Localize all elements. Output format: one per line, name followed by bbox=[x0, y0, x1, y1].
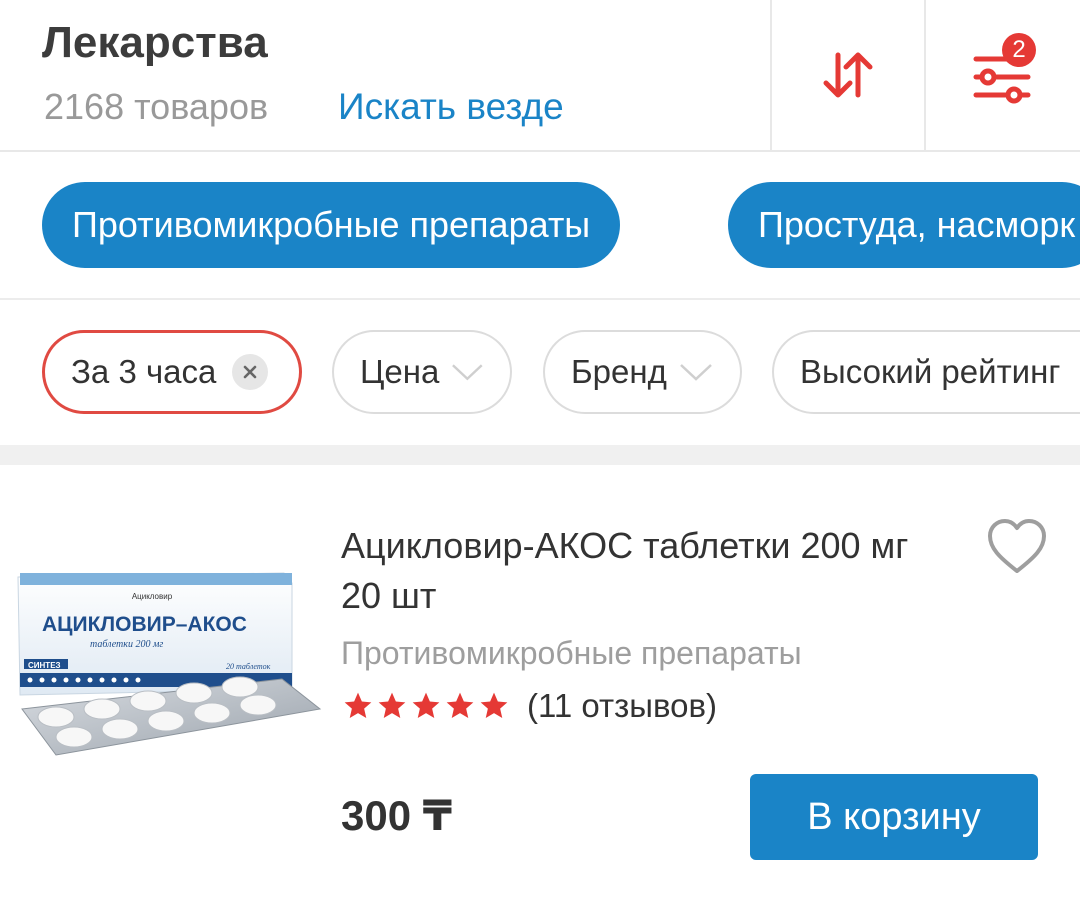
product-image[interactable]: Ацикловир АЦИКЛОВИР–АКОС таблетки 200 мг… bbox=[12, 569, 322, 761]
page-title: Лекарства bbox=[42, 18, 268, 67]
section-divider bbox=[0, 445, 1080, 465]
svg-text:АЦИКЛОВИР–АКОС: АЦИКЛОВИР–АКОС bbox=[42, 613, 247, 636]
sort-arrows-icon bbox=[823, 52, 873, 98]
product-count: 2168 товаров bbox=[44, 86, 269, 127]
clear-filter-button[interactable] bbox=[232, 354, 269, 390]
star-icon bbox=[480, 692, 508, 718]
close-icon bbox=[244, 365, 257, 379]
product-name[interactable]: Ацикловир-АКОС таблетки 200 мг 20 шт bbox=[341, 521, 951, 621]
star-rating bbox=[341, 690, 511, 722]
svg-text:20 таблеток: 20 таблеток bbox=[226, 662, 271, 671]
filter-chip-high-rating[interactable]: Высокий рейтинг bbox=[772, 330, 1080, 414]
filter-chip-brand[interactable]: Бренд bbox=[543, 330, 742, 414]
filter-chip-label: Высокий рейтинг bbox=[800, 353, 1061, 390]
chevron-down-icon bbox=[452, 364, 483, 381]
filter-chip-label: Цена bbox=[360, 353, 440, 390]
category-pill-cold[interactable]: Простуда, насморк bbox=[728, 182, 1080, 268]
filter-button[interactable]: 2 bbox=[924, 0, 1078, 150]
sort-button[interactable] bbox=[770, 0, 924, 150]
svg-text:Ацикловир: Ацикловир bbox=[132, 592, 173, 601]
svg-text:таблетки 200 мг: таблетки 200 мг bbox=[90, 639, 163, 650]
star-icon bbox=[446, 692, 474, 718]
product-price: 300 ₸ bbox=[341, 792, 452, 839]
filter-chip-label: Бренд bbox=[571, 353, 667, 390]
filter-chips: За 3 часа Цена Бренд Высокий рейтинг bbox=[0, 300, 1080, 445]
svg-text:СИНТЕЗ: СИНТЕЗ bbox=[28, 661, 61, 670]
filter-count-badge: 2 bbox=[1002, 33, 1036, 67]
search-everywhere-link[interactable]: Искать везде bbox=[338, 86, 564, 128]
heart-icon[interactable] bbox=[985, 517, 1049, 577]
product-card[interactable]: Ацикловир АЦИКЛОВИР–АКОС таблетки 200 мг… bbox=[0, 465, 1080, 907]
header: Лекарства 2168 товаров Искать везде 2 bbox=[0, 0, 1080, 152]
product-category: Противомикробные препараты bbox=[341, 635, 802, 671]
filter-chip-3-hours[interactable]: За 3 часа bbox=[42, 330, 302, 414]
star-icon bbox=[412, 692, 440, 718]
filter-chip-label: За 3 часа bbox=[71, 353, 217, 390]
chevron-down-icon bbox=[679, 364, 712, 381]
product-rating: (11 отзывов) bbox=[341, 687, 717, 725]
add-to-cart-button[interactable]: В корзину bbox=[750, 774, 1038, 860]
filter-chip-price[interactable]: Цена bbox=[332, 330, 512, 414]
category-pill-antimicrobial[interactable]: Противомикробные препараты bbox=[42, 182, 621, 268]
category-strip: Противомикробные препараты Простуда, нас… bbox=[0, 152, 1080, 300]
review-count[interactable]: (11 отзывов) bbox=[527, 687, 717, 725]
star-icon bbox=[378, 692, 406, 718]
star-icon bbox=[344, 692, 372, 718]
